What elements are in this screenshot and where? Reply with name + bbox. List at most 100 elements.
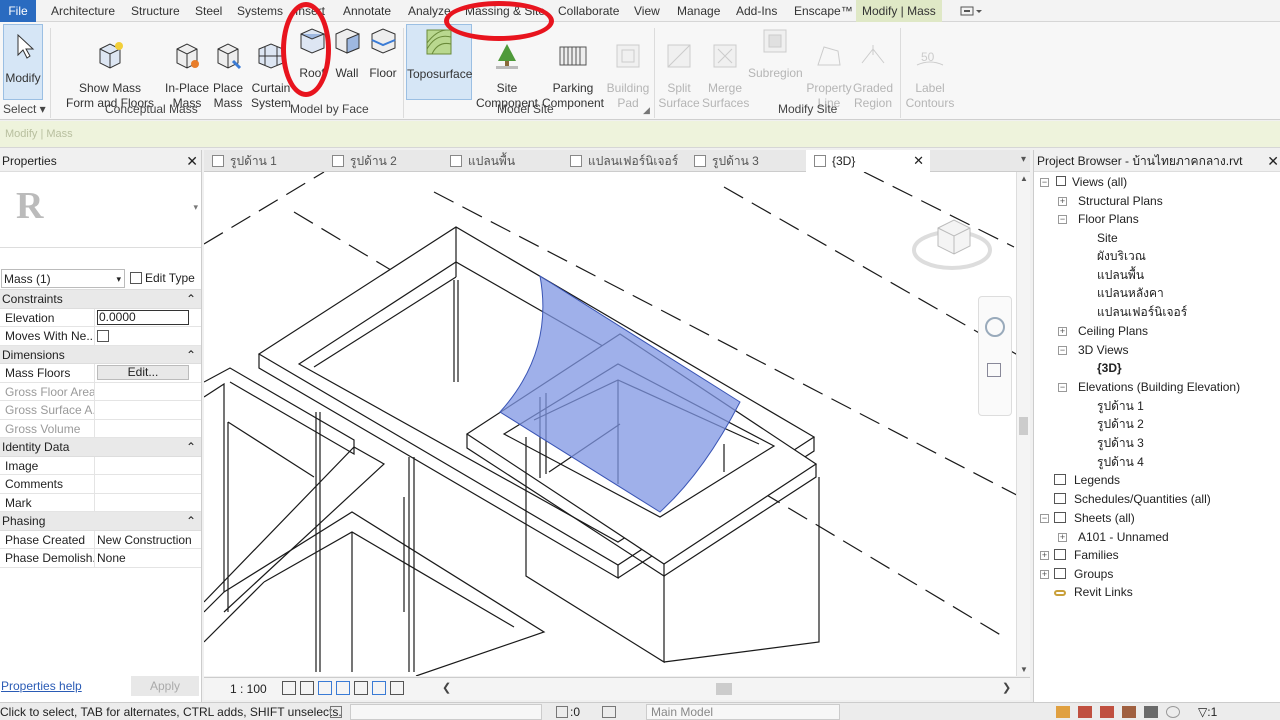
select-links-icon[interactable] xyxy=(1056,706,1070,718)
section-phasing[interactable]: Phasing ⌃ xyxy=(0,512,201,531)
view-tab-elevation-2[interactable]: รูปด้าน 2 xyxy=(324,150,442,172)
tab-view[interactable]: View xyxy=(634,0,660,22)
sun-path-icon[interactable] xyxy=(318,681,332,695)
tree-legends[interactable]: Legends xyxy=(1054,472,1120,488)
tree-floor-plans[interactable]: Floor Plans xyxy=(1078,211,1139,227)
tree-elevation-1[interactable]: รูปด้าน 1 xyxy=(1097,398,1144,414)
tree-furniture-plan[interactable]: แปลนเฟอร์นิเจอร์ xyxy=(1097,304,1187,320)
tab-add-ins[interactable]: Add-Ins xyxy=(736,0,777,22)
mass-floors-edit-button[interactable]: Edit... xyxy=(97,365,189,380)
select-by-face-icon[interactable] xyxy=(1122,706,1136,718)
apply-button[interactable]: Apply xyxy=(131,676,199,696)
prop-image[interactable]: Image xyxy=(0,456,201,475)
zoom-icon[interactable] xyxy=(987,363,1001,377)
shadows-icon[interactable] xyxy=(336,681,350,695)
visual-style-icon[interactable] xyxy=(300,681,314,695)
graded-region-button[interactable]: Graded Region xyxy=(850,26,896,126)
close-icon[interactable]: ✕ xyxy=(913,150,924,172)
tree-floor-plan[interactable]: แปลนพื้น xyxy=(1097,267,1144,283)
tab-modify-mass[interactable]: Modify | Mass xyxy=(856,0,942,22)
section-constraints[interactable]: Constraints ⌃ xyxy=(0,290,201,309)
tree-elevation-3[interactable]: รูปด้าน 3 xyxy=(1097,435,1144,451)
steering-wheel-icon[interactable] xyxy=(985,317,1005,337)
edit-type-button[interactable]: Edit Type xyxy=(126,268,201,289)
wall-by-face-button[interactable]: Wall xyxy=(331,26,363,81)
type-preview[interactable]: R ▾ xyxy=(0,172,201,248)
prop-phase-demolished[interactable]: Phase Demolish... None xyxy=(0,549,201,568)
tab-enscape[interactable]: Enscape™ xyxy=(794,0,853,22)
select-group-label[interactable]: Select ▾ xyxy=(3,102,46,116)
tab-file[interactable]: File xyxy=(0,0,36,22)
view-tab-furniture-plan[interactable]: แปลนเฟอร์นิเจอร์ xyxy=(562,150,686,172)
prop-comments[interactable]: Comments xyxy=(0,475,201,494)
view-tab-3d[interactable]: {3D} ✕ xyxy=(806,150,930,172)
design-options-icon[interactable] xyxy=(602,706,616,718)
elevation-input[interactable]: 0.0000 xyxy=(97,309,189,325)
tree-sheet-a101[interactable]: A101 - Unnamed xyxy=(1078,529,1169,545)
close-icon[interactable]: ✕ xyxy=(186,150,198,172)
select-underlay-icon[interactable] xyxy=(1078,706,1092,718)
tree-elevation-4[interactable]: รูปด้าน 4 xyxy=(1097,454,1144,470)
hide-icon[interactable] xyxy=(390,681,404,695)
tab-architecture[interactable]: Architecture xyxy=(51,0,115,22)
ribbon-toggle-icon[interactable] xyxy=(960,0,986,22)
floor-by-face-button[interactable]: Floor xyxy=(366,26,400,81)
worksharing-icon[interactable] xyxy=(330,706,342,718)
scroll-right-icon[interactable]: ❯ xyxy=(1002,681,1011,694)
workset-dropdown[interactable] xyxy=(350,704,542,720)
tab-steel[interactable]: Steel xyxy=(195,0,222,22)
view-scale[interactable]: 1 : 100 xyxy=(230,682,267,696)
view-tab-elevation-1[interactable]: รูปด้าน 1 xyxy=(204,150,324,172)
crop-icon[interactable] xyxy=(372,681,386,695)
3d-viewport[interactable]: ▲ ▼ xyxy=(204,172,1030,676)
section-dimensions[interactable]: Dimensions ⌃ xyxy=(0,345,201,364)
close-icon[interactable]: ✕ xyxy=(1267,150,1279,171)
tree-elevation-2[interactable]: รูปด้าน 2 xyxy=(1097,416,1144,432)
viewcube[interactable] xyxy=(910,208,994,278)
horizontal-scroll-thumb[interactable] xyxy=(716,683,732,695)
editing-requests-icon[interactable] xyxy=(556,706,568,718)
tree-roof-plan[interactable]: แปลนหลังคา xyxy=(1097,285,1164,301)
tree-views-all[interactable]: Views (all) xyxy=(1056,174,1127,190)
tab-annotate[interactable]: Annotate xyxy=(343,0,391,22)
tree-ceiling-plans[interactable]: Ceiling Plans xyxy=(1078,323,1148,339)
tree-revit-links[interactable]: Revit Links xyxy=(1054,584,1133,600)
tab-list-chevron-icon[interactable]: ▾ xyxy=(1021,154,1026,165)
tab-structure[interactable]: Structure xyxy=(131,0,180,22)
tab-manage[interactable]: Manage xyxy=(677,0,720,22)
tab-systems[interactable]: Systems xyxy=(237,0,283,22)
subregion-button[interactable]: Subregion xyxy=(748,26,803,81)
tree-site-plan[interactable]: ผังบริเวณ xyxy=(1097,248,1146,264)
split-surface-button[interactable]: Split Surface xyxy=(656,26,702,126)
tab-collaborate[interactable]: Collaborate xyxy=(558,0,619,22)
modify-button[interactable]: Modify xyxy=(3,24,43,100)
type-selector-dropdown[interactable]: Mass (1) ▾ xyxy=(1,269,125,288)
tree-schedules[interactable]: Schedules/Quantities (all) xyxy=(1054,491,1211,507)
select-pinned-icon[interactable] xyxy=(1100,706,1114,718)
dialog-launcher-icon[interactable]: ◢ xyxy=(643,105,650,116)
tree-3d-views[interactable]: 3D Views xyxy=(1078,342,1128,358)
tree-sheets[interactable]: Sheets (all) xyxy=(1054,510,1135,526)
properties-help-link[interactable]: Properties help xyxy=(0,679,82,693)
design-option-dropdown[interactable]: Main Model xyxy=(646,704,840,720)
scroll-left-icon[interactable]: ❮ xyxy=(442,681,451,694)
tree-3d-view[interactable]: {3D} xyxy=(1097,360,1122,376)
tree-structural-plans[interactable]: Structural Plans xyxy=(1078,193,1163,209)
merge-surfaces-button[interactable]: Merge Surfaces xyxy=(702,26,749,126)
drag-elements-icon[interactable] xyxy=(1144,706,1158,718)
label-contours-button[interactable]: 50 Label Contours xyxy=(904,26,956,126)
view-tab-floor-plan[interactable]: แปลนพื้น xyxy=(442,150,562,172)
detail-level-icon[interactable] xyxy=(282,681,296,695)
moves-checkbox[interactable] xyxy=(97,330,109,342)
background-process-icon[interactable] xyxy=(1166,706,1180,718)
place-mass-button[interactable]: Place Mass xyxy=(209,26,247,126)
view-tab-elevation-3[interactable]: รูปด้าน 3 xyxy=(686,150,806,172)
prop-mark[interactable]: Mark xyxy=(0,493,201,512)
prop-phase-created[interactable]: Phase Created New Construction xyxy=(0,530,201,549)
tree-groups[interactable]: Groups xyxy=(1054,566,1113,582)
section-identity-data[interactable]: Identity Data ⌃ xyxy=(0,438,201,457)
vertical-scrollbar[interactable]: ▲ ▼ xyxy=(1016,172,1030,676)
tree-elevations[interactable]: Elevations (Building Elevation) xyxy=(1078,379,1240,395)
tree-site[interactable]: Site xyxy=(1097,230,1118,246)
filter-count[interactable]: ▽:1 xyxy=(1198,703,1217,720)
